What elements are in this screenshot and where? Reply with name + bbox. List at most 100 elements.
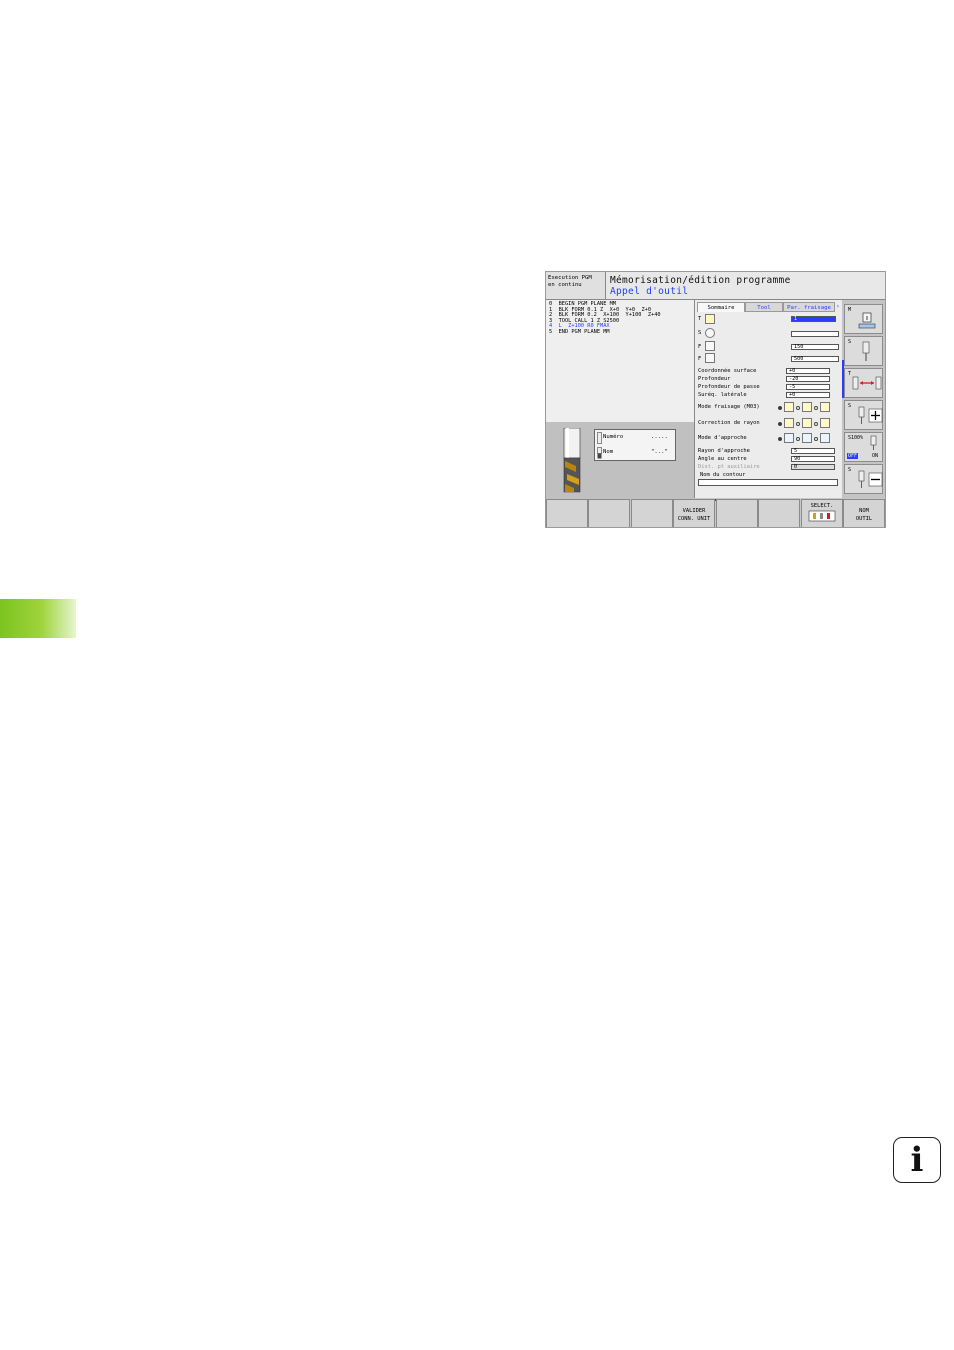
s-plus-key[interactable]: S <box>844 400 883 430</box>
rayon-approche-field[interactable]: 5 <box>791 448 835 454</box>
spindle-label: S <box>698 330 702 336</box>
softkey-5[interactable] <box>716 499 758 527</box>
spindle-key-icon <box>862 341 870 361</box>
t-function-key[interactable]: T <box>844 368 883 398</box>
info-icon: i <box>893 1137 941 1183</box>
profondeur-passe-field[interactable]: -5 <box>786 384 830 390</box>
radius-comp-none-icon[interactable] <box>820 418 830 428</box>
tool-table-select-icon <box>808 510 836 522</box>
softkey-3[interactable] <box>631 499 673 527</box>
correction-radio-2[interactable] <box>796 422 800 426</box>
nom-outil-button[interactable]: NOM OUTIL <box>843 499 885 527</box>
form-tabs: Sommaire Tool Par. fraisage › <box>697 302 841 312</box>
override-key[interactable]: S100% OFF ON <box>844 432 883 462</box>
nom-value: "..." <box>651 449 668 455</box>
angle-centre-field[interactable]: 90 <box>791 456 835 462</box>
override-label: S100% <box>848 435 864 441</box>
approche-radio-1[interactable] <box>778 437 782 441</box>
mode-line-2: en continu <box>548 282 582 288</box>
tool-info-box: Numéro ..... Nom "..." <box>594 429 676 461</box>
tnc-screenshot: Execution PGM en continu Mémorisation/éd… <box>545 271 886 528</box>
nom-outil-label-2: OUTIL <box>855 516 873 522</box>
tool-label: T <box>698 316 702 322</box>
surep-laterale-label: Suréq. latérale <box>698 392 747 398</box>
nom-outil-label-1: NOM <box>859 508 869 514</box>
m-function-key[interactable]: M <box>844 304 883 334</box>
mode-fraisage-radio-3[interactable] <box>814 406 818 410</box>
header-subtitle: Appel d'outil <box>610 286 689 297</box>
contour-name-field[interactable] <box>698 479 838 486</box>
s-minus-key[interactable]: S <box>844 464 883 494</box>
mode-line-1: Execution PGM <box>548 275 592 281</box>
vertical-softkeys: M S T S S100% OFF ON S <box>842 300 885 498</box>
spindle-plus-icon <box>858 406 883 424</box>
valider-conn-unit-button[interactable]: VALIDER CONN. UNIT <box>673 499 715 527</box>
feed-mill-label: F <box>698 356 702 362</box>
climb-milling-icon[interactable] <box>784 402 794 412</box>
off-label: OFF <box>847 453 859 459</box>
header-bar: Mémorisation/édition programme Appel d'o… <box>606 272 885 300</box>
machine-table-icon <box>858 312 876 329</box>
program-listing[interactable]: 0 BEGIN PGM PLANE MM 1 BLK FORM 0.1 Z X+… <box>546 300 694 422</box>
spindle-speed-field[interactable] <box>791 331 839 337</box>
mode-approche-label: Mode d'approche <box>698 435 747 441</box>
mode-fraisage-radio-2[interactable] <box>796 406 800 410</box>
header-title: Mémorisation/édition programme <box>610 275 791 286</box>
softkey-1[interactable] <box>546 499 588 527</box>
spindle-minus-icon <box>858 470 883 488</box>
program-line[interactable]: 5 END PGM PLANE MM <box>546 329 694 336</box>
softkey-2[interactable] <box>588 499 630 527</box>
softkey-6[interactable] <box>758 499 800 527</box>
spindle-override-icon <box>870 435 877 450</box>
approach-arc-icon[interactable] <box>784 433 794 443</box>
s-key-label: S <box>848 339 852 345</box>
profondeur-passe-label: Profondeur de passe <box>698 384 760 390</box>
select-label: SELECT. <box>810 503 834 509</box>
tool-number-field[interactable]: 1 <box>791 316 836 322</box>
radius-comp-left-icon[interactable] <box>784 418 794 428</box>
milling-mode-3-icon[interactable] <box>820 402 830 412</box>
correction-rayon-label: Correction de rayon <box>698 420 760 426</box>
mode-fraisage-label: Mode fraisage (M03) <box>698 404 760 410</box>
feed-plunge-label: F <box>698 344 702 350</box>
profondeur-label: Profondeur <box>698 376 731 382</box>
spindle-icon <box>705 328 715 338</box>
coord-surface-field[interactable]: +0 <box>786 368 830 374</box>
approche-radio-3[interactable] <box>814 437 818 441</box>
dist-aux-label: Dist. pt auxiliaire <box>698 464 760 470</box>
profondeur-field[interactable]: -20 <box>786 376 830 382</box>
end-mill-icon <box>563 428 581 493</box>
tool-number-icon <box>597 432 602 444</box>
conventional-milling-icon[interactable] <box>802 402 812 412</box>
tab-par-fraisage[interactable]: Par. fraisage <box>783 302 835 312</box>
tab-sommaire[interactable]: Sommaire <box>697 302 745 312</box>
approach-tangent-icon[interactable] <box>802 433 812 443</box>
feed-mill-field[interactable]: 500 <box>791 356 839 362</box>
select-button[interactable]: SELECT. <box>801 499 843 527</box>
correction-radio-3[interactable] <box>814 422 818 426</box>
contour-name-label: Nom du contour <box>700 472 746 478</box>
approach-straight-icon[interactable] <box>820 433 830 443</box>
tool-preview-panel: Numéro ..... Nom "..." <box>546 422 694 499</box>
chapter-tab <box>0 599 76 638</box>
feed-plunge-icon <box>705 341 715 351</box>
rayon-approche-label: Rayon d'approche <box>698 448 750 454</box>
s-function-key[interactable]: S <box>844 336 883 366</box>
tab-scroll-right-icon[interactable]: › <box>836 303 840 310</box>
radius-comp-right-icon[interactable] <box>802 418 812 428</box>
angle-centre-label: Angle au centre <box>698 456 747 462</box>
m-key-label: M <box>848 307 852 313</box>
tab-tool[interactable]: Tool <box>745 302 783 312</box>
mode-fraisage-radio-1[interactable] <box>778 406 782 410</box>
valider-label-2: CONN. UNIT <box>677 516 711 522</box>
correction-radio-1[interactable] <box>778 422 782 426</box>
approche-radio-2[interactable] <box>796 437 800 441</box>
feed-mill-icon <box>705 353 715 363</box>
dist-aux-field[interactable]: 0 <box>791 464 835 470</box>
mode-indicator: Execution PGM en continu <box>546 272 606 300</box>
coord-surface-label: Coordonnée surface <box>698 368 757 374</box>
surep-laterale-field[interactable]: +0 <box>786 392 830 398</box>
on-label: ON <box>872 453 879 459</box>
feed-plunge-field[interactable]: 150 <box>791 344 839 350</box>
numero-label: Numéro <box>603 434 624 440</box>
